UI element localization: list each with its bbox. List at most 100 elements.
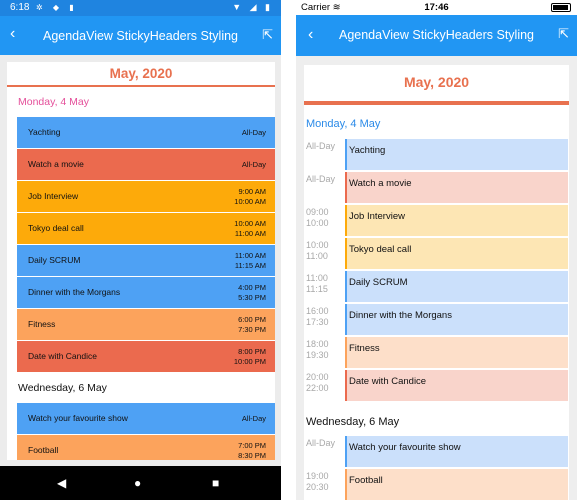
event-start-time: 09:00 [306,207,329,217]
event-start-time: All-Day [306,438,336,448]
event-end-time: 11:00 [306,251,328,261]
event-end-time: 5:30 PM [238,293,266,302]
event-start-time: 18:00 [306,339,329,349]
event-end-time: 17:30 [306,317,329,327]
event-time: All-Day [241,128,266,137]
event-end-time: 22:00 [306,383,329,393]
event-item[interactable]: Job Interview [345,205,568,236]
event-time: 09:00 10:00 [306,207,329,229]
event-time: 10:00 11:00 [306,240,329,262]
event-end-time: 11:15 AM [234,261,266,270]
event-time: 16:00 17:30 [306,306,329,328]
event-item[interactable]: Football 7:00 PM 8:30 PM [17,435,275,460]
event-start-time: 10:00 AM [234,219,266,228]
event-start-time: All-Day [306,174,336,184]
event-item[interactable]: Fitness [345,337,568,368]
event-end-time: 20:30 [306,482,329,492]
event-time: 7:00 PM 8:30 PM [238,441,266,460]
event-item[interactable]: Watch your favourite show All-Day [17,403,275,434]
event-title: Fitness [28,319,56,329]
event-item[interactable]: Job Interview 9:00 AM 10:00 AM [17,181,275,212]
status-time: 6:18 [10,2,30,13]
month-header: May, 2020 [403,74,470,90]
event-time: 18:00 19:30 [306,339,329,361]
event-time: 6:00 PM 7:30 PM [238,315,266,335]
event-time: 11:00 11:15 [306,273,328,295]
event-time: All-Day [241,160,266,169]
event-item[interactable]: Date with Candice 8:00 PM 10:00 PM [17,341,275,372]
event-item[interactable]: Tokyo deal call 10:00 AM 11:00 AM [17,213,275,244]
event-time: 4:00 PM 5:30 PM [238,283,266,303]
signal-battery-icons: ▼ ◢ ▮ [232,2,273,12]
android-status-bar: 6:18 ✲ ◆ ▮ ▼ ◢ ▮ [0,0,281,16]
event-item[interactable]: Dinner with the Morgans [345,304,568,335]
event-title: Daily SCRUM [349,277,408,288]
event-time: All-Day [241,414,266,423]
event-item[interactable]: Watch a movie All-Day [17,149,275,180]
event-title: Fitness [349,343,380,354]
day-header: Monday, 4 May [306,118,381,130]
system-recents-icon[interactable]: ■ [212,476,219,490]
event-end-time: 19:30 [306,350,329,360]
event-title: Tokyo deal call [349,244,412,255]
open-external-icon[interactable]: ⇱ [558,26,569,42]
event-title: Daily SCRUM [28,255,81,265]
event-item[interactable]: Date with Candice [345,370,568,401]
event-item[interactable]: Daily SCRUM [345,271,568,302]
event-start-time: All-Day [306,141,336,151]
event-item[interactable]: Daily SCRUM 11:00 AM 11:15 AM [17,245,275,276]
event-item[interactable]: Yachting All-Day [17,117,275,148]
event-item[interactable]: Football [345,469,568,500]
event-start-time: 20:00 [306,372,329,382]
event-item[interactable]: Dinner with the Morgans 4:00 PM 5:30 PM [17,277,275,308]
event-item[interactable]: Watch a movie [345,172,568,203]
system-home-icon[interactable]: ● [134,476,141,490]
event-end-time: 10:00 AM [234,197,266,206]
event-item[interactable]: Fitness 6:00 PM 7:30 PM [17,309,275,340]
month-divider [7,85,275,87]
event-item[interactable]: Tokyo deal call [345,238,568,269]
page-title: AgendaView StickyHeaders Styling [42,29,238,43]
android-screen: 6:18 ✲ ◆ ▮ ▼ ◢ ▮ ‹ AgendaView StickyHead… [0,0,281,500]
event-color-bar [345,238,347,269]
day-header: Monday, 4 May [18,96,90,108]
event-item[interactable]: Watch your favourite show [345,436,568,467]
status-time: 17:46 [424,2,449,13]
event-title: Watch your favourite show [349,442,461,453]
event-start-time: 8:00 PM [238,347,266,356]
event-color-bar [345,139,347,170]
event-color-bar [345,469,347,500]
page-title: AgendaView StickyHeaders Styling [338,28,534,42]
event-time: All-Day [306,174,335,185]
event-title: Football [349,475,383,486]
event-start-time: 19:00 [306,471,329,481]
event-color-bar [345,436,347,467]
system-back-icon[interactable]: ◀ [57,476,66,490]
event-title: Date with Candice [349,376,427,387]
notification-icons: ✲ ◆ ▮ [36,3,78,12]
event-end-time: 10:00 PM [233,357,266,366]
event-item[interactable]: Yachting [345,139,568,170]
day-header: Wednesday, 6 May [18,382,107,394]
agenda-view[interactable]: May, 2020 Monday, 4 May All-Day Yachting Al… [304,65,569,500]
event-time: 10:00 AM 11:00 AM [234,219,266,239]
event-title: Watch your favourite show [28,413,128,423]
event-title: Yachting [28,127,61,137]
event-time: 9:00 AM 10:00 AM [234,187,266,207]
ios-screen: Carrier ≋ 17:46 ‹ AgendaView StickyHeade… [296,0,577,500]
event-title: Football [28,445,59,455]
event-title: Watch a movie [349,178,412,189]
event-end-time: 11:00 AM [234,229,266,238]
open-external-icon[interactable]: ⇱ [262,27,273,43]
event-start-time: 11:00 [306,273,328,283]
event-time: 8:00 PM 10:00 PM [234,347,266,367]
month-header: May, 2020 [109,66,173,81]
event-end-time: 8:30 PM [238,451,266,460]
android-nav-bar: ‹ AgendaView StickyHeaders Styling ⇱ [0,16,281,55]
event-time: All-Day [306,438,335,449]
event-time: 20:00 22:00 [306,372,329,394]
event-start-time: 16:00 [306,306,329,316]
event-end-time: 10:00 [306,218,329,228]
agenda-view[interactable]: May, 2020 Monday, 4 May Yachting All-Day Wa… [7,62,275,460]
event-color-bar [345,304,347,335]
